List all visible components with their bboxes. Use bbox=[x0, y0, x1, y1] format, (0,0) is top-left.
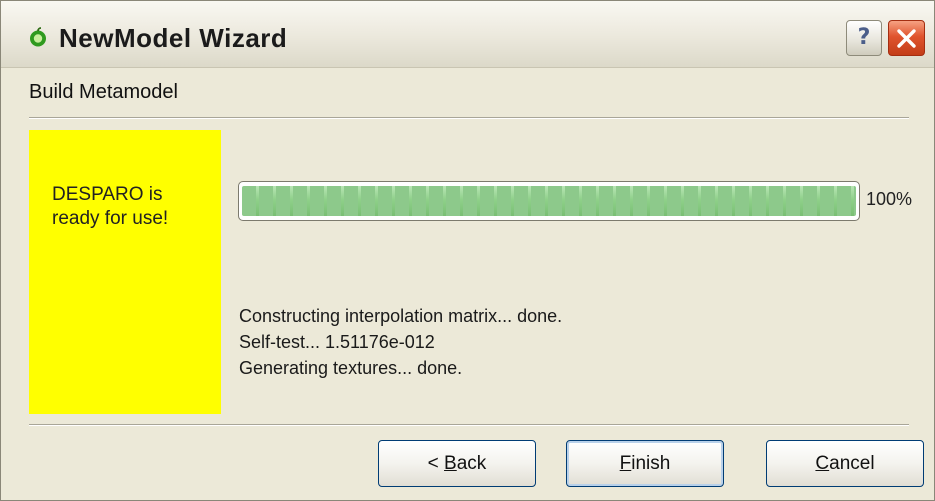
green-apple-icon bbox=[28, 27, 48, 47]
log-line: Self-test... 1.51176e-012 bbox=[239, 332, 435, 352]
help-icon: ? bbox=[857, 25, 871, 50]
status-panel: DESPARO is ready for use! bbox=[29, 130, 221, 414]
status-message: DESPARO is ready for use! bbox=[52, 184, 169, 229]
step-title: Build Metamodel bbox=[29, 81, 178, 103]
back-button-prefix: < bbox=[427, 453, 445, 474]
back-button-rest: ack bbox=[456, 453, 487, 474]
progress-percent: 100% bbox=[866, 189, 913, 209]
wizard-window: NewModel Wizard ? Build Metamodel DESPAR… bbox=[0, 0, 935, 501]
log-line: Generating textures... done. bbox=[239, 358, 463, 378]
close-button[interactable] bbox=[888, 20, 925, 56]
finish-button[interactable]: Finish bbox=[566, 440, 724, 487]
help-button[interactable]: ? bbox=[846, 20, 882, 56]
cancel-button-rest: ancel bbox=[829, 453, 875, 474]
close-icon bbox=[897, 29, 916, 48]
back-button-mnemonic: B bbox=[444, 453, 457, 474]
cancel-button[interactable]: Cancel bbox=[766, 440, 924, 487]
cancel-button-mnemonic: C bbox=[815, 453, 830, 474]
finish-button-mnemonic: F bbox=[619, 453, 632, 474]
progress-fill bbox=[242, 186, 856, 216]
header-divider bbox=[29, 117, 909, 119]
window-title: NewModel Wizard bbox=[59, 23, 288, 53]
footer-divider bbox=[29, 424, 909, 426]
finish-button-rest: inish bbox=[631, 453, 671, 474]
build-log: Constructing interpolation matrix... don… bbox=[239, 303, 562, 381]
back-button[interactable]: < Back bbox=[378, 440, 536, 487]
title-bar[interactable]: NewModel Wizard ? bbox=[1, 1, 934, 68]
log-line: Constructing interpolation matrix... don… bbox=[239, 306, 563, 326]
progress-bar bbox=[238, 181, 860, 221]
